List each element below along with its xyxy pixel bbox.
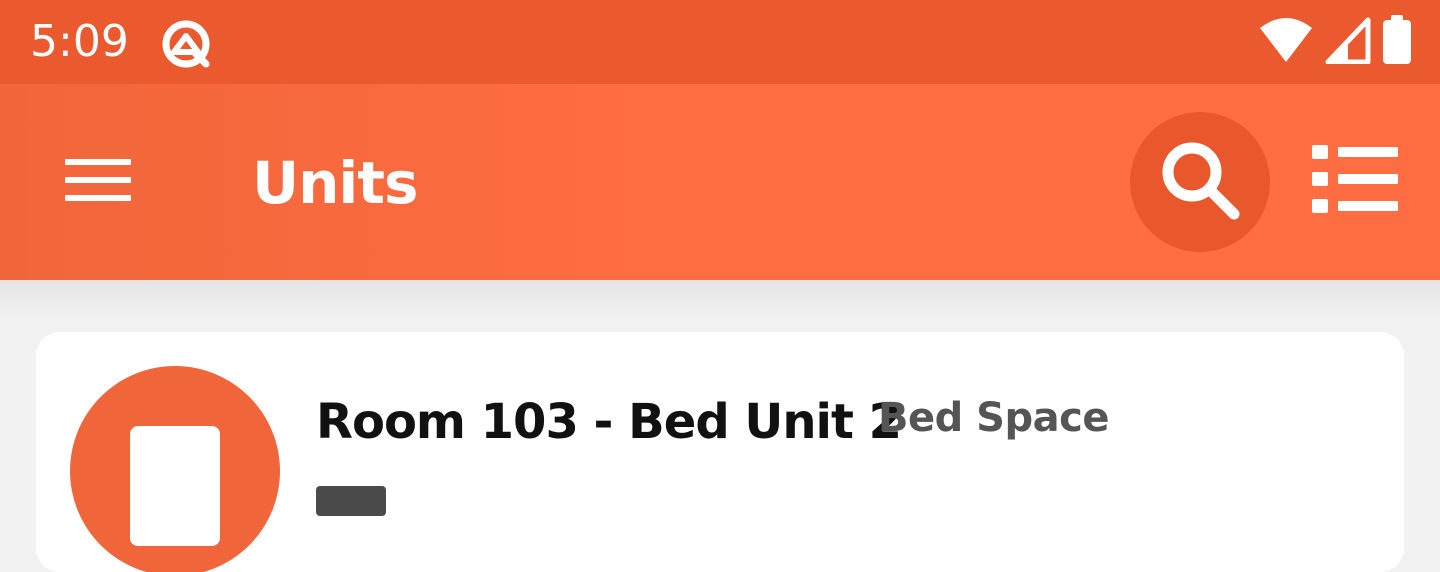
status-bar: 5:09 bbox=[0, 0, 1440, 84]
door-icon bbox=[130, 426, 220, 546]
units-list: Room 103 - Bed Unit 2 Bed Space bbox=[0, 280, 1440, 572]
unit-title: Room 103 - Bed Unit 2 bbox=[316, 394, 902, 450]
list-view-icon bbox=[1312, 144, 1398, 218]
app-notification-icon bbox=[160, 18, 212, 70]
search-icon bbox=[1158, 138, 1242, 227]
unit-card[interactable]: Room 103 - Bed Unit 2 Bed Space bbox=[36, 332, 1404, 572]
unit-avatar bbox=[70, 366, 280, 572]
battery-icon bbox=[1382, 14, 1412, 70]
status-time: 5:09 bbox=[30, 16, 129, 67]
wifi-icon bbox=[1258, 16, 1314, 69]
search-button[interactable] bbox=[1130, 112, 1270, 252]
page-title: Units bbox=[252, 149, 419, 217]
hamburger-menu-button[interactable] bbox=[58, 150, 138, 214]
hamburger-menu-icon bbox=[65, 157, 131, 208]
status-icons bbox=[1258, 14, 1412, 70]
app-bar: Units bbox=[0, 84, 1440, 280]
unit-status-badge bbox=[316, 486, 386, 516]
list-view-button[interactable] bbox=[1300, 136, 1410, 226]
unit-type-label: Bed Space bbox=[878, 395, 1109, 441]
cell-signal-icon bbox=[1324, 16, 1372, 69]
